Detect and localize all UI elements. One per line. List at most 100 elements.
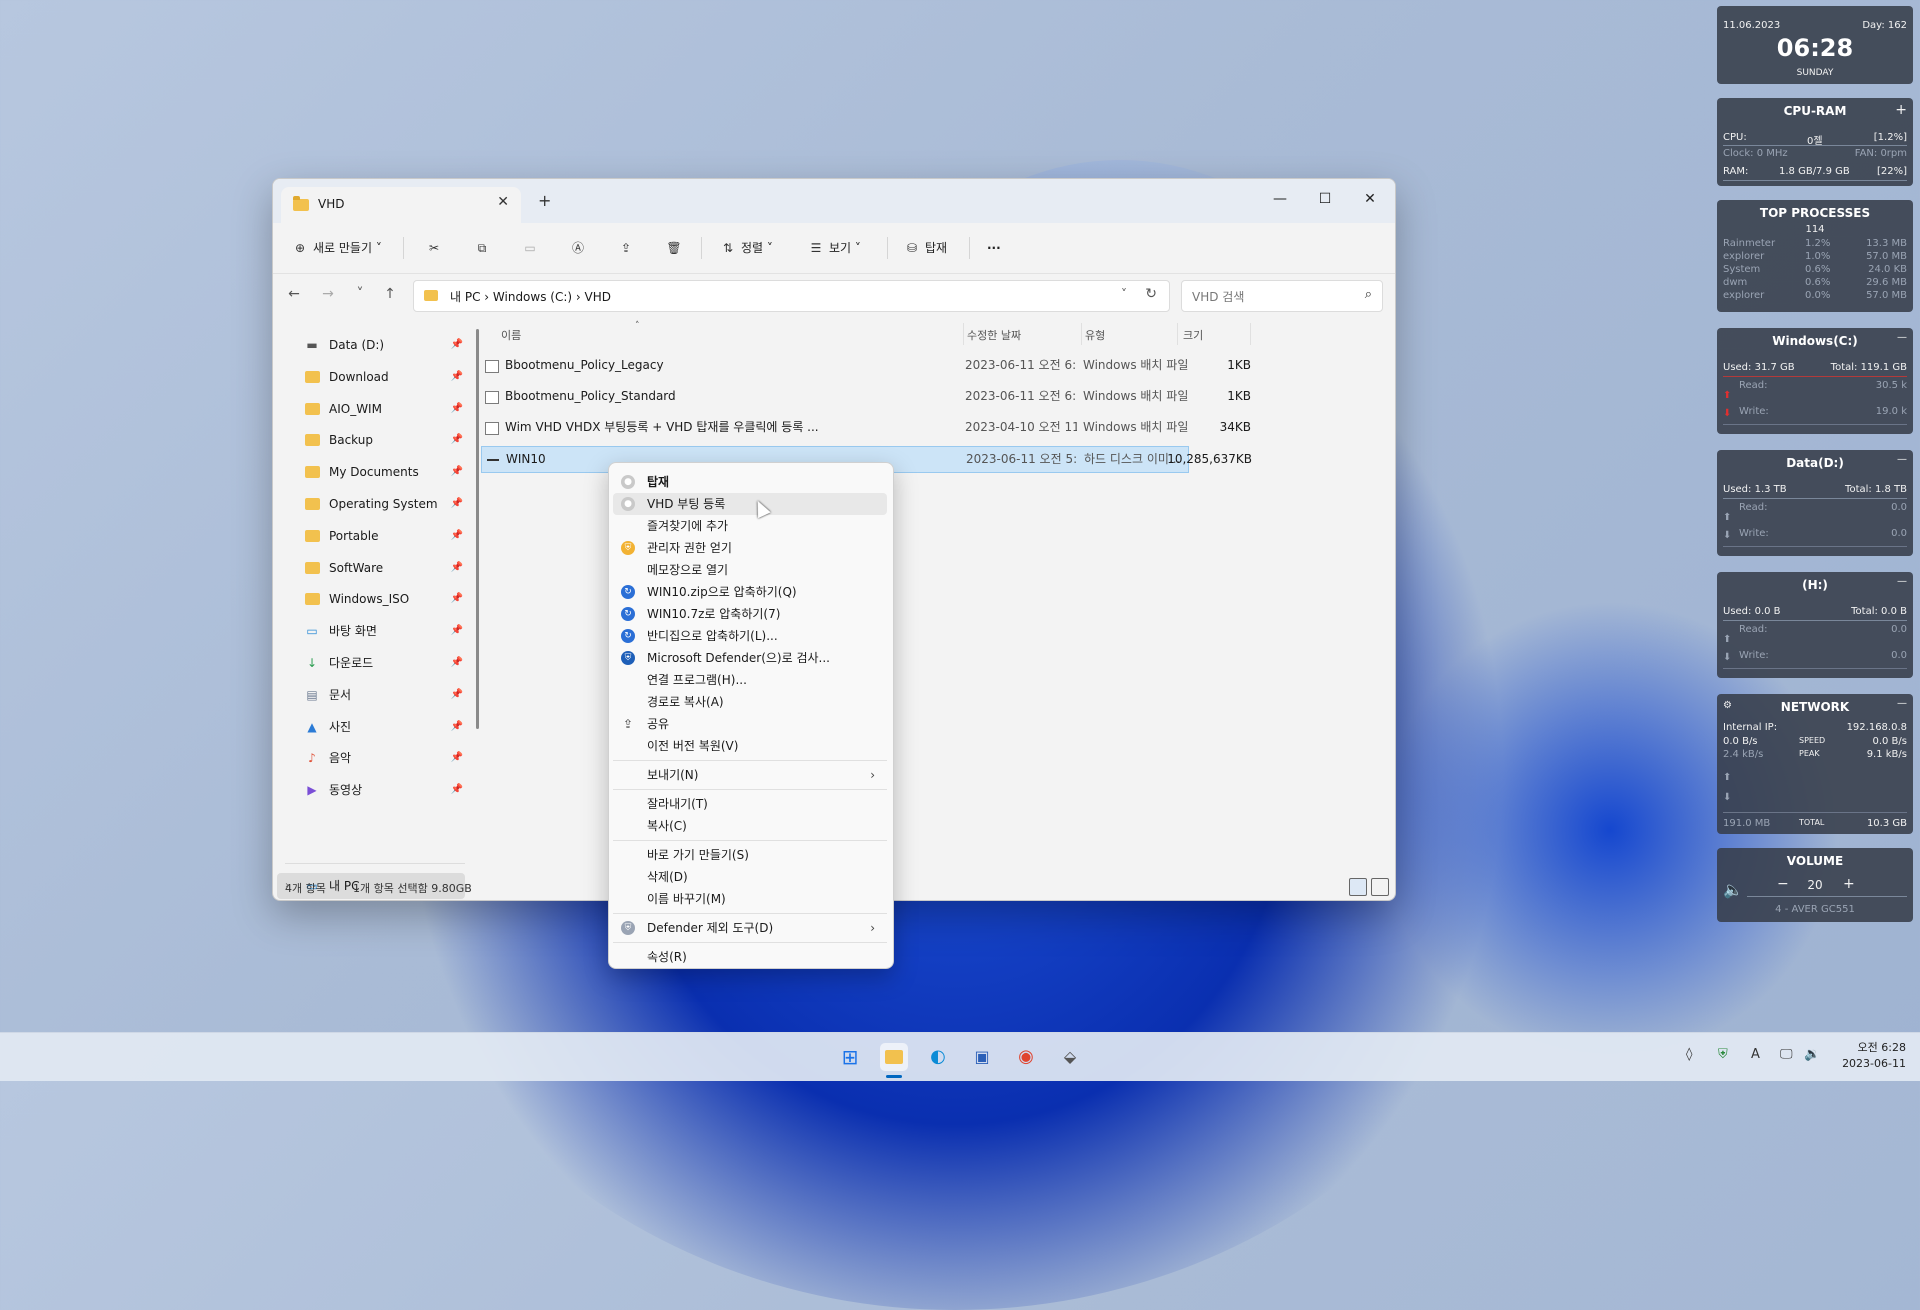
sidebar-item[interactable]: ▤ 문서 📌 bbox=[281, 682, 463, 708]
file-row[interactable]: Bbootmenu_Policy_Legacy 2023-06-11 오전 6:1… bbox=[481, 353, 1251, 378]
menu-item-cut[interactable]: 잘라내기(T) bbox=[613, 793, 887, 815]
column-divider[interactable] bbox=[1250, 323, 1251, 345]
address-bar[interactable]: 내 PC › Windows (C:) › VHD ˅ ↻ bbox=[413, 280, 1170, 312]
tab-vhd[interactable]: VHD ✕ bbox=[281, 187, 521, 223]
volume-icon[interactable]: 🔉 bbox=[1804, 1047, 1820, 1062]
menu-item-copy[interactable]: 복사(C) bbox=[613, 815, 887, 837]
sidebar-item[interactable]: Operating System 📌 bbox=[281, 491, 463, 517]
menu-item-properties[interactable]: 속성(R) bbox=[613, 946, 887, 968]
sidebar-item[interactable]: Download 📌 bbox=[281, 364, 463, 390]
more-options-button[interactable]: ··· bbox=[987, 237, 1001, 259]
menu-item-defender-exclusion[interactable]: ⛨ Defender 제외 도구(D) › bbox=[613, 917, 887, 939]
pin-icon[interactable]: 📌 bbox=[451, 714, 463, 740]
close-tab-icon[interactable]: ✕ bbox=[497, 194, 509, 210]
address-dropdown-chevron-icon[interactable]: ˅ bbox=[1121, 287, 1127, 301]
pin-icon[interactable]: 📌 bbox=[451, 459, 463, 485]
column-divider[interactable] bbox=[1177, 323, 1178, 345]
tray-droplet-icon[interactable]: ◊ bbox=[1686, 1047, 1692, 1062]
sidebar-item[interactable]: ↓ 다운로드 📌 bbox=[281, 650, 463, 676]
breadcrumb[interactable]: 내 PC › Windows (C:) › VHD bbox=[450, 288, 611, 305]
tool-app-icon[interactable]: ⬙ bbox=[1056, 1043, 1084, 1071]
delete-button[interactable]: 🗑 bbox=[665, 237, 687, 259]
collapse-icon[interactable]: — bbox=[1897, 698, 1907, 709]
pin-icon[interactable]: 📌 bbox=[451, 586, 463, 612]
share-button[interactable]: ⇪ bbox=[617, 237, 639, 259]
up-arrow-icon[interactable]: ↑ bbox=[379, 286, 401, 302]
chrome-icon[interactable]: ◉ bbox=[1012, 1043, 1040, 1071]
menu-item[interactable]: ↻ WIN10.7z로 압축하기(7) bbox=[613, 603, 887, 625]
collapse-icon[interactable]: — bbox=[1897, 576, 1907, 587]
sidebar-item[interactable]: ▬ Data (D:) 📌 bbox=[281, 332, 463, 358]
sidebar-item[interactable]: ▭ 바탕 화면 📌 bbox=[281, 618, 463, 644]
file-explorer-taskbar-icon[interactable] bbox=[880, 1043, 908, 1071]
pin-icon[interactable]: 📌 bbox=[451, 618, 463, 644]
expand-plus-icon[interactable]: + bbox=[1895, 102, 1907, 118]
column-header-type[interactable]: 유형 bbox=[1085, 327, 1105, 343]
menu-item-delete[interactable]: 삭제(D) bbox=[613, 866, 887, 888]
sidebar-item[interactable]: SoftWare 📌 bbox=[281, 555, 463, 581]
start-windows-icon[interactable]: ⊞ bbox=[836, 1043, 864, 1071]
menu-item[interactable]: 이전 버전 복원(V) bbox=[613, 735, 887, 757]
network-icon[interactable]: 🖵 bbox=[1780, 1047, 1793, 1062]
back-arrow-icon[interactable]: ← bbox=[283, 286, 305, 302]
file-row[interactable]: Wim VHD VHDX 부팅등록 + VHD 탑재를 우클릭에 등록 ... 2… bbox=[481, 415, 1251, 440]
mount-button[interactable]: ⛁ 탑재 bbox=[903, 237, 947, 259]
view-button[interactable]: ☰ 보기 ˅ bbox=[807, 237, 861, 259]
taskbar-clock[interactable]: 오전 6:28 2023-06-11 bbox=[1842, 1040, 1906, 1072]
minimize-button[interactable]: — bbox=[1259, 185, 1301, 213]
recent-locations-chevron-icon[interactable]: ˅ bbox=[349, 286, 371, 302]
menu-item-rename[interactable]: 이름 바꾸기(M) bbox=[613, 888, 887, 910]
file-row[interactable]: Bbootmenu_Policy_Standard 2023-06-11 오전 6… bbox=[481, 384, 1251, 409]
menu-item[interactable]: ● VHD 부팅 등록 bbox=[613, 493, 887, 515]
pin-icon[interactable]: 📌 bbox=[451, 650, 463, 676]
collapse-icon[interactable]: — bbox=[1897, 454, 1907, 465]
tray-shield-icon[interactable]: ⛨ bbox=[1718, 1047, 1728, 1062]
pin-icon[interactable]: 📌 bbox=[451, 682, 463, 708]
menu-item[interactable]: 즐겨찾기에 추가 bbox=[613, 515, 887, 537]
tray-ime-indicator[interactable]: A bbox=[1751, 1047, 1760, 1062]
menu-item-create-shortcut[interactable]: 바로 가기 만들기(S) bbox=[613, 844, 887, 866]
details-view-icon[interactable] bbox=[1349, 878, 1367, 896]
pin-icon[interactable]: 📌 bbox=[451, 745, 463, 771]
volume-up-button[interactable]: + bbox=[1843, 876, 1855, 892]
sidebar-item[interactable]: AIO_WIM 📌 bbox=[281, 396, 463, 422]
store-icon[interactable]: ▣ bbox=[968, 1043, 996, 1071]
pin-icon[interactable]: 📌 bbox=[451, 427, 463, 453]
menu-item[interactable]: 연결 프로그램(H)... bbox=[613, 669, 887, 691]
gear-icon[interactable]: ⚙ bbox=[1723, 700, 1732, 711]
volume-bar[interactable] bbox=[1747, 896, 1907, 897]
new-tab-button[interactable]: + bbox=[538, 191, 551, 210]
refresh-icon[interactable]: ↻ bbox=[1145, 286, 1157, 302]
search-icon[interactable]: ⌕ bbox=[1365, 287, 1372, 302]
search-box[interactable]: VHD 검색 ⌕ bbox=[1181, 280, 1383, 312]
pin-icon[interactable]: 📌 bbox=[451, 555, 463, 581]
close-window-button[interactable]: ✕ bbox=[1349, 185, 1391, 213]
menu-item[interactable]: ↻ 반디집으로 압축하기(L)... bbox=[613, 625, 887, 647]
pin-icon[interactable]: 📌 bbox=[451, 523, 463, 549]
cut-button[interactable]: ✂ bbox=[425, 237, 447, 259]
menu-item[interactable]: ↻ WIN10.zip으로 압축하기(Q) bbox=[613, 581, 887, 603]
sidebar-item[interactable]: My Documents 📌 bbox=[281, 459, 463, 485]
new-button[interactable]: ⊕ 새로 만들기 ˅ bbox=[291, 237, 382, 259]
pin-icon[interactable]: 📌 bbox=[451, 777, 463, 803]
pin-icon[interactable]: 📌 bbox=[451, 491, 463, 517]
menu-item[interactable]: ● 탑재 bbox=[613, 471, 887, 493]
menu-item[interactable]: ⇪ 공유 bbox=[613, 713, 887, 735]
column-divider[interactable] bbox=[963, 323, 964, 345]
pin-icon[interactable]: 📌 bbox=[451, 364, 463, 390]
menu-item[interactable]: ⛨ Microsoft Defender(으)로 검사... bbox=[613, 647, 887, 669]
column-divider[interactable] bbox=[1081, 323, 1082, 345]
sort-button[interactable]: ⇅ 정렬 ˅ bbox=[719, 237, 773, 259]
menu-item-send-to[interactable]: 보내기(N) › bbox=[613, 764, 887, 786]
menu-item[interactable]: 경로로 복사(A) bbox=[613, 691, 887, 713]
maximize-button[interactable]: ☐ bbox=[1304, 185, 1346, 213]
sidebar-item[interactable]: ♪ 음악 📌 bbox=[281, 745, 463, 771]
collapse-icon[interactable]: — bbox=[1897, 332, 1907, 343]
forward-arrow-icon[interactable]: → bbox=[317, 286, 339, 302]
sidebar-item[interactable]: Portable 📌 bbox=[281, 523, 463, 549]
column-header-name[interactable]: 이름 bbox=[501, 327, 521, 343]
thumbnail-view-icon[interactable] bbox=[1371, 878, 1389, 896]
menu-item[interactable]: ⛨ 관리자 권한 얻기 bbox=[613, 537, 887, 559]
edge-browser-icon[interactable]: ◐ bbox=[924, 1043, 952, 1071]
column-header-size[interactable]: 크기 bbox=[1183, 327, 1203, 343]
